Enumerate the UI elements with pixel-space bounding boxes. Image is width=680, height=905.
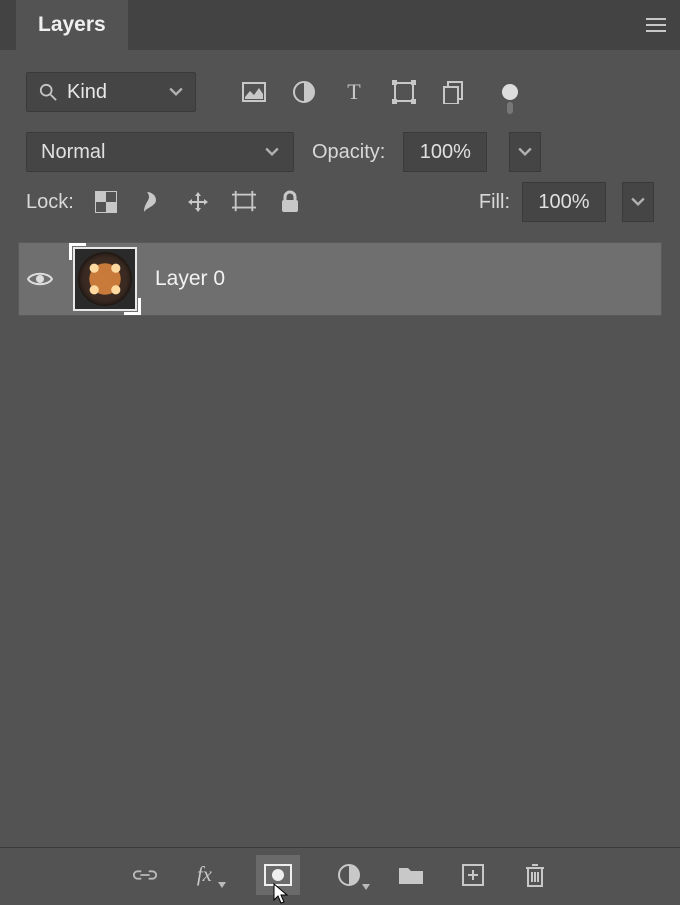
opacity-value-text: 100% <box>420 141 471 164</box>
panel-controls: Kind T <box>0 50 680 182</box>
filter-type-dropdown[interactable]: Kind <box>26 72 196 112</box>
lock-artboard-icon[interactable] <box>232 190 256 214</box>
panel-footer: fx <box>0 847 680 901</box>
layers-list: Layer 0 <box>0 236 680 847</box>
blend-mode-label: Normal <box>41 141 265 164</box>
filter-toggle-switch[interactable] <box>502 84 518 100</box>
opacity-label: Opacity: <box>312 141 385 164</box>
filter-type-label: Kind <box>67 81 159 104</box>
filter-type-text-icon[interactable]: T <box>342 80 366 104</box>
fill-label: Fill: <box>479 191 510 214</box>
chevron-down-icon <box>265 145 279 159</box>
opacity-slider-toggle[interactable] <box>509 132 541 172</box>
filter-pixel-icon[interactable] <box>242 80 266 104</box>
lock-position-icon[interactable] <box>186 190 210 214</box>
lock-label: Lock: <box>26 191 74 214</box>
thumbnail-image <box>78 252 132 306</box>
new-layer-button[interactable] <box>460 862 486 888</box>
filter-smartobject-icon[interactable] <box>442 80 466 104</box>
filter-shape-icon[interactable] <box>392 80 416 104</box>
eye-icon <box>27 270 53 288</box>
svg-text:T: T <box>347 81 361 103</box>
panel-tabbar: Layers <box>0 0 680 50</box>
delete-layer-button[interactable] <box>522 862 548 888</box>
panel-menu-button[interactable] <box>632 0 680 50</box>
cursor-icon <box>272 883 290 905</box>
chevron-down-icon <box>631 195 645 209</box>
layer-style-button[interactable]: fx <box>194 862 220 888</box>
filter-adjustment-icon[interactable] <box>292 80 316 104</box>
search-icon <box>39 83 57 101</box>
layer-row[interactable]: Layer 0 <box>18 242 662 316</box>
menu-icon <box>646 17 666 33</box>
lock-row: Lock: Fill: 100% <box>0 182 680 236</box>
tab-label: Layers <box>38 13 106 37</box>
filter-icons-row: T <box>242 80 518 104</box>
lock-all-icon[interactable] <box>278 190 302 214</box>
new-group-button[interactable] <box>398 862 424 888</box>
lock-icons <box>94 190 302 214</box>
chevron-down-icon <box>518 145 532 159</box>
layer-thumbnail[interactable] <box>73 247 137 311</box>
lock-image-icon[interactable] <box>140 190 164 214</box>
blend-mode-dropdown[interactable]: Normal <box>26 132 294 172</box>
lock-transparent-icon[interactable] <box>94 190 118 214</box>
chevron-down-icon <box>169 85 183 99</box>
adjustment-layer-button[interactable] <box>336 862 362 888</box>
fill-slider-toggle[interactable] <box>622 182 654 222</box>
layers-panel: Layers Kind <box>0 0 680 901</box>
layer-name-label[interactable]: Layer 0 <box>155 267 225 291</box>
opacity-value-input[interactable]: 100% <box>403 132 487 172</box>
fill-value-text: 100% <box>538 191 589 214</box>
fill-value-input[interactable]: 100% <box>522 182 606 222</box>
add-mask-button[interactable] <box>256 855 300 895</box>
tab-layers[interactable]: Layers <box>16 0 128 50</box>
link-layers-button[interactable] <box>132 862 158 888</box>
layer-visibility-toggle[interactable] <box>25 270 55 288</box>
svg-text:fx: fx <box>197 863 213 886</box>
